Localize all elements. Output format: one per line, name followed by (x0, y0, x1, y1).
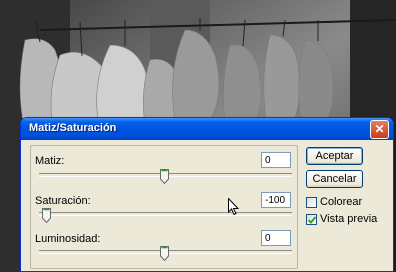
hue-input[interactable]: 0 (261, 152, 291, 168)
lightness-slider-thumb[interactable] (159, 246, 169, 261)
close-icon[interactable]: ✕ (370, 120, 389, 139)
mouse-pointer-icon (228, 198, 240, 216)
saturation-label: Saturación: (35, 195, 91, 207)
dialog-titlebar[interactable]: Matiz/Saturación ✕ (21, 118, 393, 140)
hue-slider-thumb[interactable] (159, 169, 169, 184)
hue-saturation-dialog: Matiz/Saturación ✕ Matiz: 0 Saturación: … (20, 117, 394, 272)
hue-label: Matiz: (35, 155, 65, 167)
saturation-slider-thumb[interactable] (42, 208, 51, 223)
preview-label[interactable]: Vista previa (320, 213, 377, 225)
saturation-input[interactable]: -100 (261, 192, 291, 208)
colorize-checkbox[interactable] (306, 197, 317, 208)
cancel-button[interactable]: Cancelar (306, 170, 363, 188)
lightness-input[interactable]: 0 (261, 230, 291, 246)
adjustments-panel: Matiz: 0 Saturación: -100 Luminosidad: 0 (30, 145, 298, 269)
preview-checkbox[interactable] (306, 214, 317, 225)
ok-button[interactable]: Aceptar (306, 147, 363, 165)
dialog-title: Matiz/Saturación (29, 122, 117, 134)
saturation-slider-track[interactable] (39, 212, 292, 216)
colorize-label[interactable]: Colorear (320, 196, 362, 208)
checkmark-icon (308, 216, 316, 224)
lightness-label: Luminosidad: (35, 233, 101, 245)
